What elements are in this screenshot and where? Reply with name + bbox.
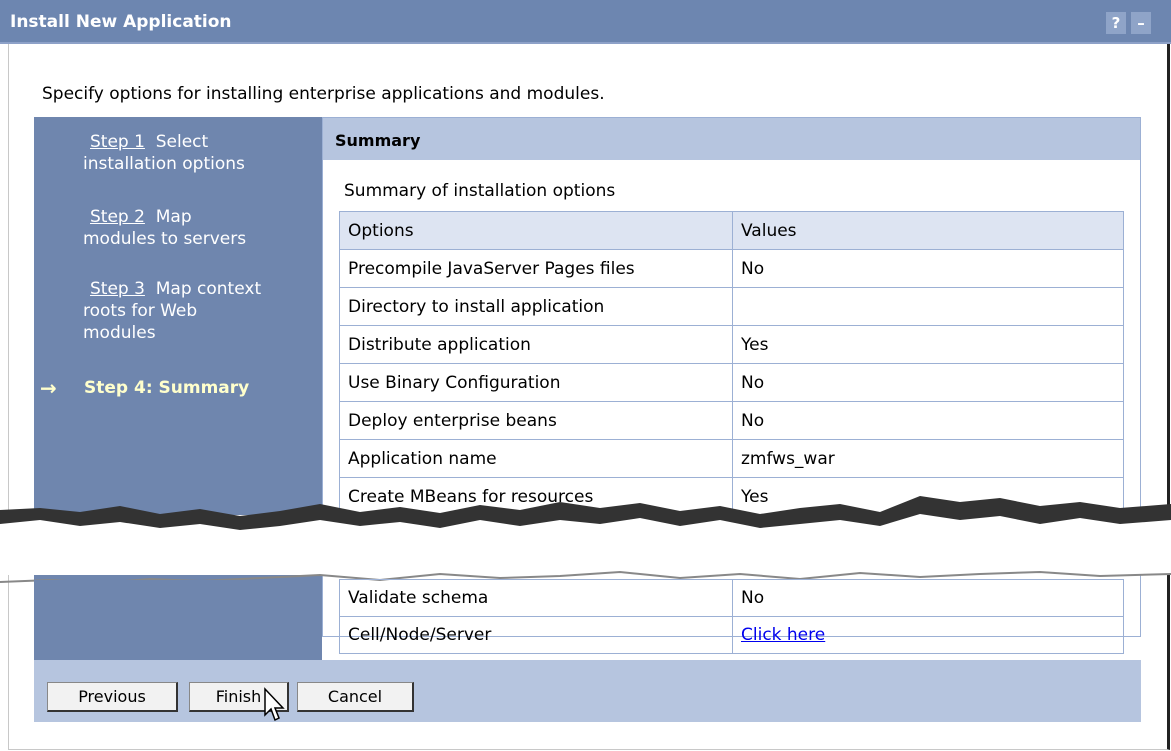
option-name: Distribute application [339,325,733,364]
option-value: No [732,401,1124,440]
help-icon[interactable]: ? [1106,12,1126,34]
summary-table-continued: Validate schema No Cell/Node/Server Click … [339,579,1124,654]
intro-text: Specify options for installing enterpris… [42,84,605,104]
option-value: zmfws_war [732,439,1124,478]
table-header-row: Options Values [339,211,1124,250]
option-value: No [732,363,1124,402]
step-3-label-3: modules [83,323,156,343]
table-row: Directory to install application [339,287,1124,326]
summary-panel-header: Summary [323,118,1140,160]
option-name: Cell/Node/Server [339,616,733,654]
option-value: Yes [732,325,1124,364]
step-1-label: Select [155,132,209,152]
table-row: Use Binary Configuration No [339,363,1124,402]
minimize-icon[interactable]: – [1131,12,1151,34]
step-1-label-2: installation options [83,154,245,174]
window-title: Install New Application [10,12,232,32]
option-name: Validate schema [339,579,733,617]
option-name: Application name [339,439,733,478]
option-value: No [732,579,1124,617]
option-name: Use Binary Configuration [339,363,733,402]
step-2-link[interactable]: Step 2 [90,207,145,227]
previous-button[interactable]: Previous [47,682,178,712]
step-3-label-2: roots for Web [83,301,198,321]
mouse-pointer-icon [264,687,285,722]
cell-node-server-link[interactable]: Click here [741,625,825,645]
wizard-steps-nav-lower [34,580,322,662]
column-header-values: Values [732,211,1124,250]
step-3[interactable]: Step 3 Map context roots for Web modules [83,278,262,344]
option-value [732,287,1124,326]
option-name: Directory to install application [339,287,733,326]
summary-title: Summary [335,131,421,150]
table-row: Cell/Node/Server Click here [339,616,1124,654]
step-4-current: Step 4: Summary [84,378,250,398]
table-row: Application name zmfws_war [339,439,1124,478]
option-name: Precompile JavaServer Pages files [339,249,733,288]
step-1[interactable]: Step 1 Select installation options [83,131,245,175]
step-2[interactable]: Step 2 Map modules to servers [83,206,246,250]
step-2-label-2: modules to servers [83,229,247,249]
title-bar: Install New Application ? – [0,0,1171,44]
option-name: Deploy enterprise beans [339,401,733,440]
step-3-link[interactable]: Step 3 [90,279,145,299]
summary-caption: Summary of installation options [344,181,616,201]
cancel-button[interactable]: Cancel [297,682,414,712]
step-1-link[interactable]: Step 1 [90,132,145,152]
table-row: Validate schema No [339,579,1124,617]
step-2-label: Map [155,207,192,227]
step-3-label: Map context [155,279,262,299]
option-value: Click here [732,616,1124,654]
option-value: No [732,249,1124,288]
table-row: Precompile JavaServer Pages files No [339,249,1124,288]
table-row: Distribute application Yes [339,325,1124,364]
current-step-arrow-icon: → [40,376,57,400]
table-row: Deploy enterprise beans No [339,401,1124,440]
summary-table: Options Values Precompile JavaServer Pag… [339,211,1124,516]
column-header-options: Options [339,211,733,250]
